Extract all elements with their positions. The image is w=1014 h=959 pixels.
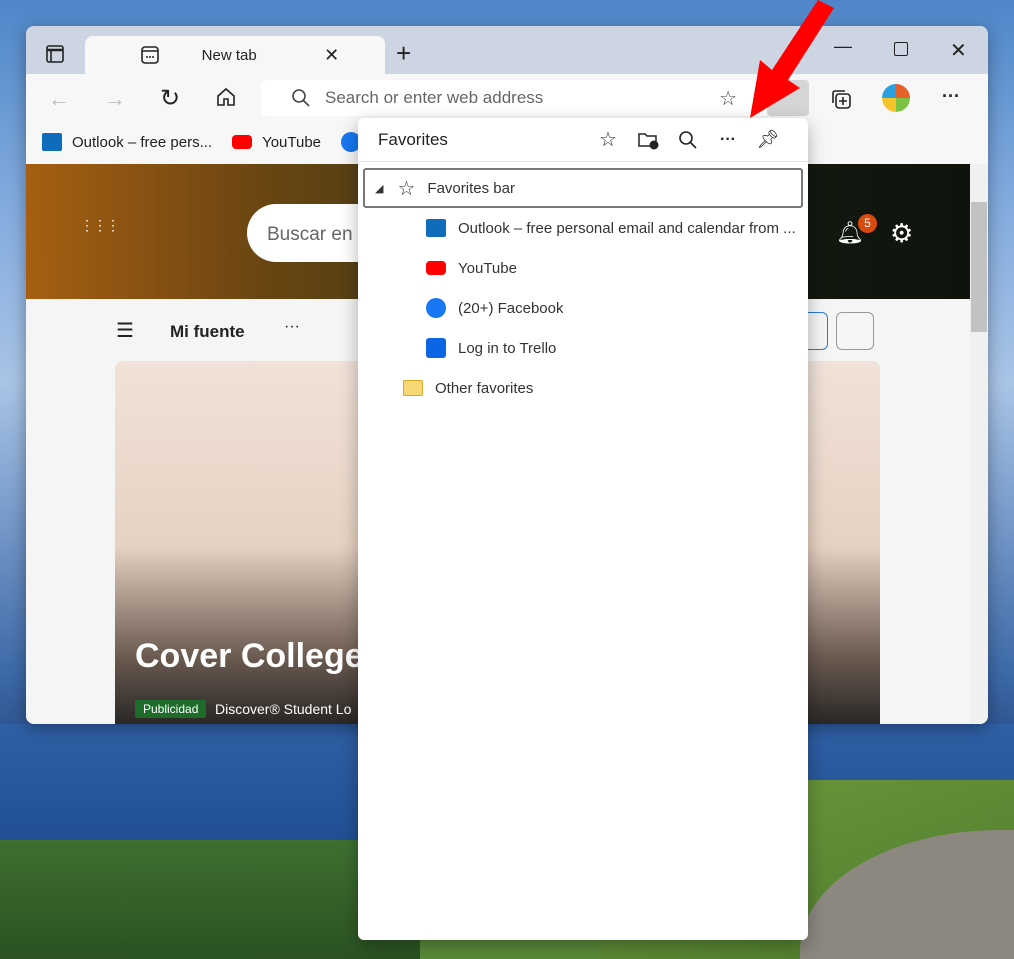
red-arrow-annotation	[750, 0, 834, 118]
favorite-item[interactable]: (20+) Facebook	[358, 288, 808, 328]
toolbar: ← → ↻ Search or enter web address ☆ ···	[26, 74, 988, 122]
collapse-triangle-icon[interactable]: ◢	[375, 182, 383, 195]
feed-title: Mi fuente	[170, 322, 245, 341]
home-icon[interactable]	[216, 87, 236, 107]
favorite-item[interactable]: YouTube	[358, 248, 808, 288]
search-icon	[291, 88, 311, 108]
menu-hamburger-icon[interactable]: ☰	[116, 318, 134, 343]
settings-more-icon[interactable]: ···	[942, 86, 960, 107]
close-tab-icon[interactable]: ✕	[292, 45, 371, 66]
search-favorites-icon[interactable]	[668, 130, 708, 150]
tab-bar: New tab ✕ + — ✕	[26, 26, 988, 74]
favorite-outlook[interactable]: Outlook – free pers...	[42, 133, 212, 151]
folder-other-favorites[interactable]: Other favorites	[358, 368, 808, 408]
address-input[interactable]: Search or enter web address	[325, 88, 543, 108]
tab-new-tab[interactable]: New tab ✕	[85, 36, 385, 74]
folder-icon	[403, 380, 423, 396]
add-folder-icon[interactable]	[628, 130, 668, 150]
ad-source: Discover® Student Lo	[215, 701, 352, 717]
facebook-icon	[426, 298, 446, 318]
new-tab-button[interactable]: +	[396, 38, 411, 69]
back-icon[interactable]: ←	[48, 86, 70, 112]
refresh-icon[interactable]: ↻	[160, 84, 180, 113]
maximize-button[interactable]	[894, 42, 908, 56]
address-bar[interactable]: Search or enter web address ☆	[261, 80, 809, 116]
favorite-youtube[interactable]: YouTube	[232, 134, 321, 151]
youtube-icon	[232, 135, 253, 149]
scrollbar-thumb[interactable]	[971, 202, 987, 332]
forward-icon[interactable]: →	[104, 86, 126, 112]
favorites-panel-title: Favorites	[378, 129, 448, 149]
favorite-item[interactable]: Outlook – free personal email and calend…	[358, 208, 808, 248]
close-window-button[interactable]: ✕	[950, 38, 967, 63]
trello-icon	[426, 338, 446, 358]
profile-avatar[interactable]	[882, 84, 910, 112]
page-scrollbar[interactable]	[970, 164, 988, 724]
notification-count-badge: 5	[858, 214, 877, 233]
youtube-icon	[426, 261, 446, 275]
ad-badge: Publicidad	[135, 700, 207, 718]
wallpaper-land	[0, 840, 420, 959]
list-view-button[interactable]	[836, 312, 874, 350]
feed-more-icon[interactable]: ···	[284, 318, 300, 336]
add-favorite-icon[interactable]: ☆	[588, 127, 628, 152]
card-title: Cover College	[135, 637, 364, 675]
favorites-panel: Favorites ☆ ··· 📌︎ ◢ ☆ Favorites bar Out…	[358, 118, 808, 940]
sidebar-tabs-icon[interactable]	[46, 45, 64, 63]
pin-icon[interactable]: 📌︎	[748, 129, 788, 150]
star-icon: ☆	[397, 177, 416, 200]
new-tab-page-icon	[111, 46, 190, 64]
tab-title: New tab	[201, 46, 257, 64]
favorite-item[interactable]: Log in to Trello	[358, 328, 808, 368]
page-settings-gear-icon[interactable]: ⚙	[890, 218, 913, 249]
outlook-icon	[42, 133, 62, 151]
more-options-icon[interactable]: ···	[708, 131, 748, 149]
apps-grid-icon[interactable]: ⋮⋮⋮	[80, 218, 120, 232]
folder-favorites-bar[interactable]: ◢ ☆ Favorites bar	[363, 168, 803, 208]
outlook-icon	[426, 219, 446, 237]
